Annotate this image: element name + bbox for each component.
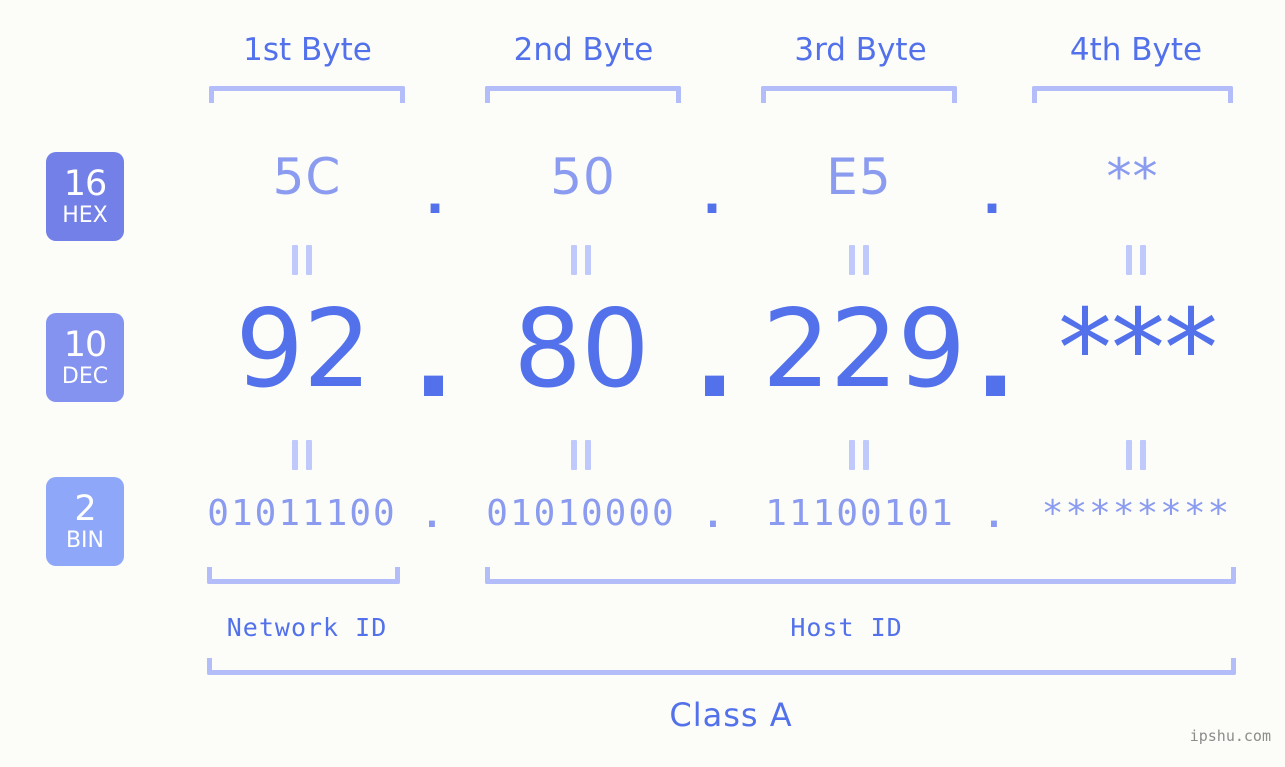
hex-byte-1: 5C [272, 148, 342, 206]
network-id-bracket [207, 567, 400, 584]
hex-separator-3: . [982, 167, 1002, 225]
byte-bracket-1 [209, 86, 405, 103]
bin-separator-3: . [983, 495, 1005, 536]
badge-dec-label: DEC [61, 363, 109, 389]
hex-byte-2: 50 [550, 148, 616, 206]
badge-dec: 10 DEC [46, 313, 124, 402]
class-bracket [207, 658, 1236, 675]
bin-byte-2: 01010000 [486, 493, 676, 534]
dec-byte-2: 80 [513, 287, 649, 412]
badge-dec-number: 10 [63, 324, 108, 365]
byte-header-1: 1st Byte [243, 32, 372, 68]
equals-mark-dec-bin-1 [292, 440, 312, 470]
badge-hex-number: 16 [63, 163, 108, 204]
hex-separator-1: . [425, 167, 445, 225]
badge-hex-label: HEX [62, 202, 108, 228]
equals-mark-hex-dec-3 [849, 245, 869, 275]
byte-bracket-4 [1032, 86, 1233, 103]
dec-byte-1: 92 [235, 287, 371, 412]
equals-mark-dec-bin-2 [571, 440, 591, 470]
bin-separator-1: . [421, 495, 443, 536]
byte-bracket-3 [761, 86, 957, 103]
byte-header-4: 4th Byte [1069, 32, 1203, 68]
host-id-bracket [485, 567, 1236, 584]
dec-separator-2: . [694, 297, 736, 422]
ip-address-breakdown-diagram: 1st Byte 2nd Byte 3rd Byte 4th Byte 16 H… [0, 0, 1285, 767]
byte-bracket-2 [485, 86, 681, 103]
badge-hex: 16 HEX [46, 152, 124, 241]
hex-byte-3: E5 [826, 148, 892, 206]
network-id-label: Network ID [226, 613, 388, 642]
dec-byte-4: *** [1058, 287, 1218, 412]
equals-mark-dec-bin-3 [849, 440, 869, 470]
class-label: Class A [669, 696, 793, 734]
byte-header-3: 3rd Byte [794, 32, 927, 68]
host-id-label: Host ID [790, 613, 903, 642]
hex-separator-2: . [702, 167, 722, 225]
equals-mark-hex-dec-4 [1126, 245, 1146, 275]
dec-separator-3: . [975, 297, 1017, 422]
badge-bin: 2 BIN [46, 477, 124, 566]
site-watermark: ipshu.com [1189, 727, 1271, 745]
bin-byte-3: 11100101 [765, 493, 955, 534]
equals-mark-hex-dec-2 [571, 245, 591, 275]
bin-byte-1: 01011100 [207, 493, 397, 534]
dec-separator-1: . [413, 297, 455, 422]
hex-byte-4: ** [1106, 148, 1159, 206]
equals-mark-hex-dec-1 [292, 245, 312, 275]
bin-byte-4: ******** [1041, 493, 1232, 534]
byte-header-2: 2nd Byte [513, 32, 654, 68]
bin-separator-2: . [702, 495, 724, 536]
badge-bin-number: 2 [74, 488, 96, 529]
equals-mark-dec-bin-4 [1126, 440, 1146, 470]
badge-bin-label: BIN [65, 527, 105, 553]
dec-byte-3: 229 [762, 287, 966, 412]
